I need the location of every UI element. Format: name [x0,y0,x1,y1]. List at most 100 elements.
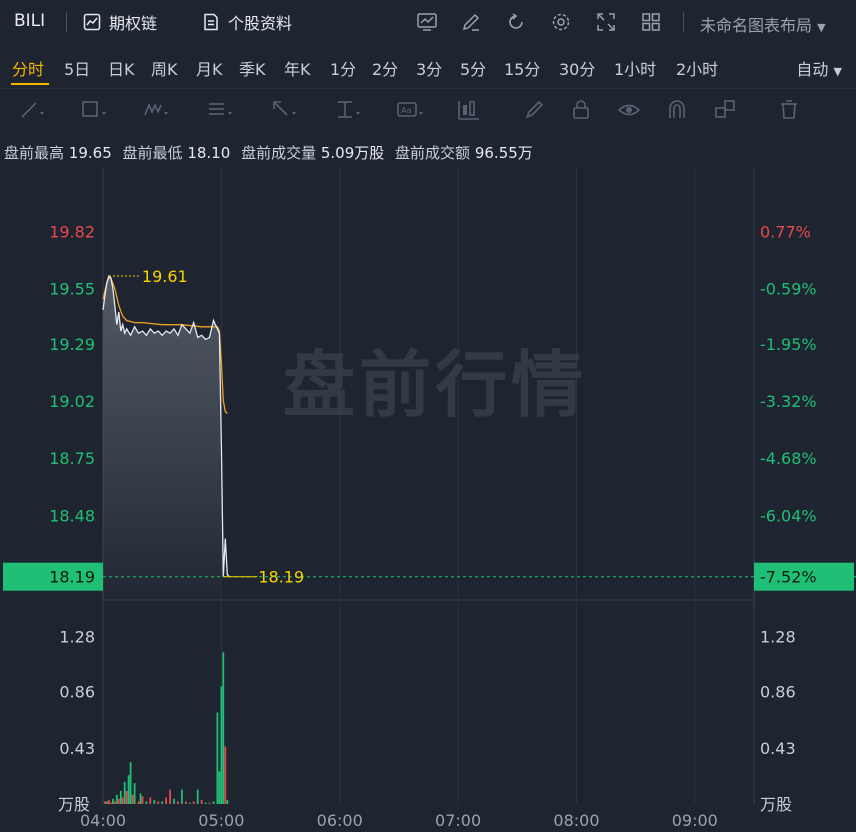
high-marker-label: 19.61 [142,267,188,286]
volume-bar [139,793,142,804]
volume-bar [149,797,152,804]
volume-tick-label: 1.28 [760,628,796,647]
measure-tool-icon[interactable] [334,97,362,123]
percent-tick-label: -1.95% [760,335,817,354]
volume-bar [127,775,130,804]
volume-bar [117,798,120,804]
edit-icon[interactable] [460,11,482,33]
percent-tick-label: -6.04% [760,506,817,525]
volume-bar [192,801,195,804]
arrow-tool-icon[interactable] [270,97,298,123]
volume-bar [173,798,175,804]
period-tab[interactable]: 季K [239,56,266,80]
rectangle-tool-icon[interactable] [80,97,108,123]
period-tab[interactable]: 3分 [416,56,442,80]
volume-bar [141,796,144,804]
period-tab[interactable]: 周K [151,56,178,80]
volume-tick-label: 0.86 [760,683,796,702]
header-divider [683,12,684,32]
header-divider [66,12,67,32]
volume-bar [131,794,134,804]
auto-scale-dropdown[interactable]: 自动 ▼ [796,56,842,80]
premarket-amount-label: 盘前成交额 [395,144,471,162]
period-tabs: 分时 5日 日K 周K 月K 季K 年K 1分 2分 3分 5分 15分 30分 1小时 2小时 [0,44,856,88]
price-tick-label: 19.55 [49,280,95,299]
period-tab[interactable]: 30分 [559,56,595,80]
auto-scale-label: 自动 [796,60,829,79]
svg-text:Aa: Aa [401,106,411,115]
price-tick-label: 18.48 [49,506,95,525]
volume-tick-label: 0.86 [59,683,95,702]
period-tab[interactable]: 分时 [12,56,44,80]
magnet-icon[interactable] [664,97,692,123]
volume-bar [133,783,136,804]
premarket-high-value: 19.65 [68,144,112,162]
premarket-low-value: 18.10 [187,144,231,162]
trash-icon[interactable] [776,97,804,123]
stock-profile-button[interactable]: 个股资料 [202,10,292,34]
option-chain-label: 期权链 [109,14,158,33]
ticker-symbol[interactable]: BILI [14,11,45,31]
volume-bar [113,801,116,804]
layers-icon[interactable] [712,97,740,123]
volume-bar [216,712,219,804]
volume-bar [119,790,122,804]
time-tick-label: 07:00 [435,811,481,830]
settings-gear-icon[interactable] [550,11,572,33]
trend-line-tool-icon[interactable] [18,97,46,123]
period-tab[interactable]: 1小时 [614,56,656,80]
volume-bar [125,790,128,804]
percent-tick-label: -0.59% [760,280,817,299]
period-tab[interactable]: 2小时 [676,56,718,80]
eye-icon[interactable] [616,97,644,123]
low-marker-label: 18.19 [258,568,304,587]
premarket-low-label: 盘前最低 [122,144,183,162]
volume-bar [104,801,106,804]
grid-layout-icon[interactable] [640,11,662,33]
caret-down-icon: ▼ [817,21,826,34]
price-tick-label: 19.02 [49,392,95,411]
volume-bar [177,801,179,804]
volume-tick-label: 0.43 [59,739,95,758]
period-tab[interactable]: 5分 [460,56,486,80]
premarket-volume-label: 盘前成交量 [241,144,317,162]
period-tab[interactable]: 年K [284,56,311,80]
top-header: BILI 期权链 个股资料 未命名图表布局 ▼ [0,0,856,44]
layout-name-dropdown[interactable]: 未命名图表布局 ▼ [700,12,826,36]
active-period-underline [11,83,49,85]
volume-bar [106,801,108,804]
period-tab[interactable]: 月K [196,56,223,80]
fibonacci-tool-icon[interactable] [206,97,234,123]
period-tab[interactable]: 日K [108,56,135,80]
price-tick-label: 19.29 [49,335,95,354]
percent-tick-label: -3.32% [760,392,817,411]
volume-bar [204,802,207,804]
wave-tool-icon[interactable] [142,97,170,123]
candle-tool-icon[interactable] [456,97,484,123]
period-tab[interactable]: 15分 [504,56,540,80]
indicator-chart-icon[interactable] [416,11,438,33]
premarket-summary: 盘前最高 19.65 盘前最低 18.10 盘前成交量 5.09万股 盘前成交额… [4,142,539,163]
volume-bar [121,797,124,804]
volume-bar [200,800,203,804]
document-icon [204,13,218,31]
brush-icon[interactable] [522,97,550,123]
volume-bar [188,802,191,804]
period-tab[interactable]: 2分 [372,56,398,80]
intraday-chart[interactable]: 19.61 18.19 19.82 0.77% 19.55 -0.59% 19.29 -1.… [0,168,856,832]
volume-bar [165,797,167,804]
lock-icon[interactable] [568,97,596,123]
period-tab[interactable]: 1分 [330,56,356,80]
drawing-toolbar: Aa [0,88,856,132]
text-tool-icon[interactable]: Aa [396,97,424,123]
percent-tick-label: 0.77% [760,223,811,242]
refresh-icon[interactable] [505,11,527,33]
volume-bar [220,686,223,804]
fullscreen-icon[interactable] [595,11,617,33]
time-tick-label: 04:00 [80,811,126,830]
stock-profile-label: 个股资料 [228,14,293,33]
volume-bar [226,800,229,804]
volume-bar [123,781,126,804]
option-chain-button[interactable]: 期权链 [83,10,157,34]
period-tab[interactable]: 5日 [64,56,90,80]
